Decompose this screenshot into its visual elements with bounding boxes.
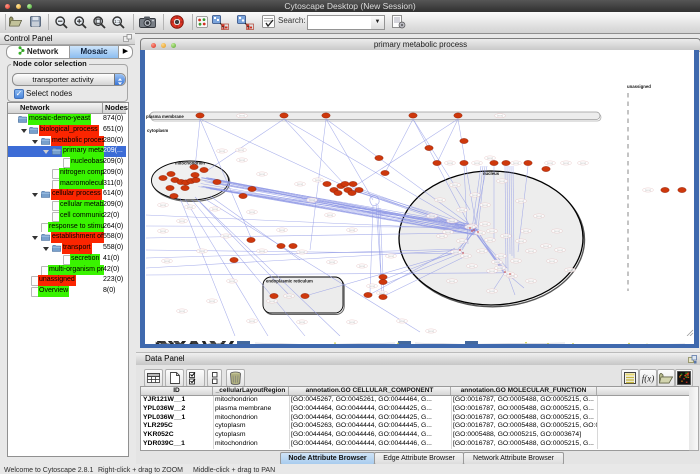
svg-text:(x-x): (x-x) xyxy=(528,249,534,253)
svg-text:(x-x): (x-x) xyxy=(449,279,455,283)
svg-text:(x-x): (x-x) xyxy=(459,239,465,243)
svg-text:mitochondrion: mitochondrion xyxy=(175,161,205,166)
svg-text:(x-x): (x-x) xyxy=(518,199,524,203)
svg-text:(x-x): (x-x) xyxy=(474,161,480,165)
svg-text:(x-x): (x-x) xyxy=(489,229,495,233)
svg-text:1:1: 1:1 xyxy=(114,19,121,24)
svg-text:f(x): f(x) xyxy=(642,374,655,384)
svg-text:(x-x): (x-x) xyxy=(239,158,245,162)
svg-text:(x-x): (x-x) xyxy=(453,250,459,254)
svg-text:(x-x): (x-x) xyxy=(160,203,166,207)
svg-text:(x-x): (x-x) xyxy=(329,260,335,264)
svg-text:(x-x): (x-x) xyxy=(223,234,229,238)
svg-text:(x-x): (x-x) xyxy=(499,179,505,183)
svg-text:(x-x): (x-x) xyxy=(199,249,205,253)
svg-text:(x-x): (x-x) xyxy=(497,266,503,270)
svg-text:(x-x): (x-x) xyxy=(239,114,245,118)
svg-text:(x-x): (x-x) xyxy=(523,229,529,233)
svg-text:(x-x): (x-x) xyxy=(249,319,255,323)
svg-text:(x-x): (x-x) xyxy=(563,161,569,165)
svg-text:(x-x): (x-x) xyxy=(179,219,185,223)
svg-text:(x-x): (x-x) xyxy=(219,149,225,153)
svg-text:(x-x): (x-x) xyxy=(187,205,193,209)
svg-text:(x-x): (x-x) xyxy=(479,249,485,253)
svg-text:(x-x): (x-x) xyxy=(439,234,445,238)
svg-text:(x-x): (x-x) xyxy=(349,320,355,324)
svg-text:(x-x): (x-x) xyxy=(349,228,355,232)
svg-text:(x-x): (x-x) xyxy=(452,183,458,187)
svg-text:(x-x): (x-x) xyxy=(429,214,435,218)
svg-text:(x-x): (x-x) xyxy=(437,198,443,202)
svg-text:(x-x): (x-x) xyxy=(557,248,563,252)
svg-text:(x-x): (x-x) xyxy=(229,279,235,283)
svg-text:(x-x): (x-x) xyxy=(309,198,315,202)
svg-text:endoplasmic reticulum: endoplasmic reticulum xyxy=(266,279,313,284)
svg-text:(x-x): (x-x) xyxy=(489,269,495,273)
svg-text:(x-x): (x-x) xyxy=(469,264,475,268)
svg-text:(x-x): (x-x) xyxy=(297,182,303,186)
svg-text:(x-x): (x-x) xyxy=(238,148,244,152)
svg-text:(x-x): (x-x) xyxy=(179,309,185,313)
svg-text:(x-x): (x-x) xyxy=(645,188,651,192)
svg-text:(x-x): (x-x) xyxy=(482,222,488,226)
svg-text:(x-x): (x-x) xyxy=(315,178,321,182)
svg-text:(x-x): (x-x) xyxy=(580,161,586,165)
svg-text:nucleus: nucleus xyxy=(483,171,500,176)
svg-text:(x-x): (x-x) xyxy=(359,264,365,268)
svg-text:(x-x): (x-x) xyxy=(487,156,493,160)
svg-text:(x-x): (x-x) xyxy=(487,238,493,242)
svg-text:(x-x): (x-x) xyxy=(506,272,512,276)
svg-text:(x-x): (x-x) xyxy=(472,193,478,197)
svg-text:(x-x): (x-x) xyxy=(299,250,305,254)
svg-text:(x-x): (x-x) xyxy=(369,284,375,288)
svg-text:(x-x): (x-x) xyxy=(489,289,495,293)
svg-text:cytoplasm: cytoplasm xyxy=(147,128,168,133)
svg-text:(x-x): (x-x) xyxy=(513,161,519,165)
svg-text:(x-x): (x-x) xyxy=(528,279,534,283)
svg-text:unassigned: unassigned xyxy=(627,84,651,89)
svg-text:(x-x): (x-x) xyxy=(259,172,265,176)
svg-text:(x-x): (x-x) xyxy=(399,319,405,323)
svg-text:(x-x): (x-x) xyxy=(249,210,255,214)
svg-text:(x-x): (x-x) xyxy=(547,161,553,165)
svg-text:(x-x): (x-x) xyxy=(498,254,504,258)
svg-text:(x-x): (x-x) xyxy=(482,203,488,207)
svg-text:(x-x): (x-x) xyxy=(269,299,275,303)
svg-text:(x-x): (x-x) xyxy=(567,268,573,272)
svg-text:(x-x): (x-x) xyxy=(327,213,333,217)
svg-text:(x-x): (x-x) xyxy=(164,259,170,263)
svg-text:(x-x): (x-x) xyxy=(279,228,285,232)
svg-text:(x-x): (x-x) xyxy=(536,214,542,218)
svg-text:(x-x): (x-x) xyxy=(518,239,524,243)
svg-text:(x-x): (x-x) xyxy=(445,230,451,234)
svg-text:(x-x): (x-x) xyxy=(554,229,560,233)
svg-text:(x-x): (x-x) xyxy=(299,320,305,324)
svg-text:(x-x): (x-x) xyxy=(212,207,218,211)
svg-text:(x-x): (x-x) xyxy=(259,249,265,253)
svg-text:(x-x): (x-x) xyxy=(428,329,434,333)
svg-text:(x-x): (x-x) xyxy=(463,254,469,258)
svg-text:(x-x): (x-x) xyxy=(494,260,500,264)
svg-text:(x-x): (x-x) xyxy=(497,114,503,118)
svg-text:(x-x): (x-x) xyxy=(549,259,555,263)
svg-text:(x-x): (x-x) xyxy=(209,299,215,303)
svg-text:(x-x): (x-x) xyxy=(459,208,465,212)
svg-text:(x-x): (x-x) xyxy=(513,259,519,263)
svg-text:(x-x): (x-x) xyxy=(503,234,509,238)
svg-text:(x-x): (x-x) xyxy=(449,219,455,223)
svg-text:plasma membrane: plasma membrane xyxy=(146,114,184,119)
svg-text:(x-x): (x-x) xyxy=(447,161,453,165)
svg-text:(x-x): (x-x) xyxy=(388,254,394,258)
svg-text:(x-x): (x-x) xyxy=(286,294,292,298)
svg-text:(x-x): (x-x) xyxy=(160,229,166,233)
svg-text:(x-x): (x-x) xyxy=(543,244,549,248)
